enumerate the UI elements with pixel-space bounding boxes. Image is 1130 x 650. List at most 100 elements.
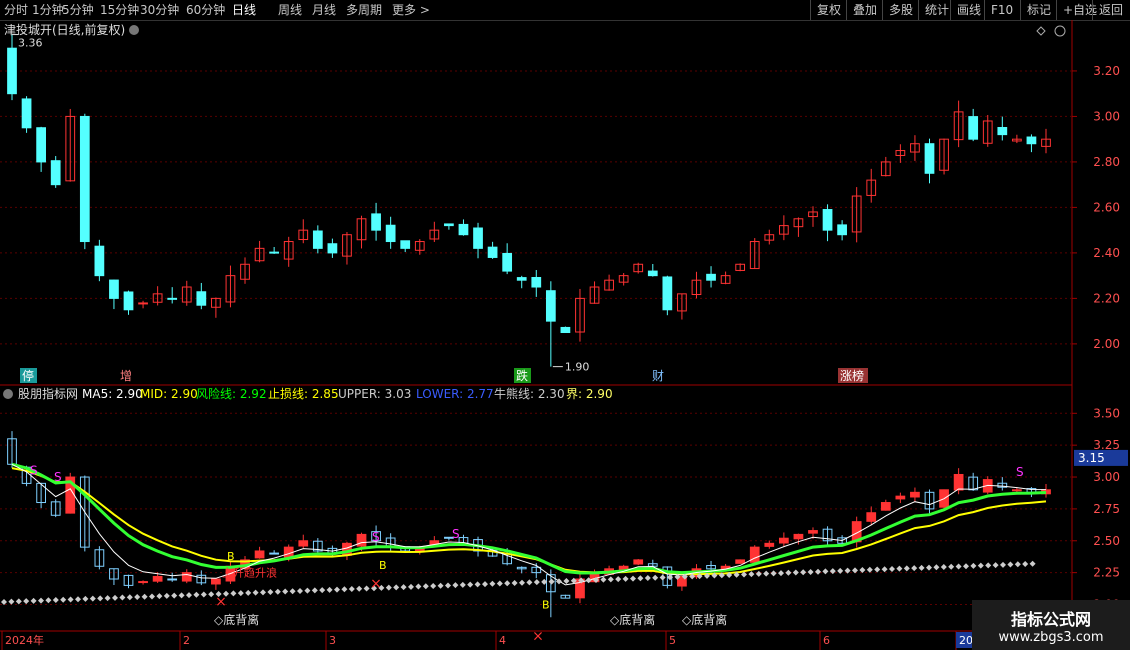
candle-body — [662, 276, 673, 311]
period-tab-6[interactable]: 日线 — [232, 2, 256, 18]
period-tab-5[interactable]: 60分钟 — [186, 2, 225, 18]
sell-signal-1: S — [54, 470, 62, 484]
diamond-icon — [1036, 26, 1046, 36]
toolbar-button-0[interactable]: 复权 — [810, 0, 847, 20]
bull-bear-dot — [112, 594, 118, 601]
bull-bear-dot — [178, 592, 185, 599]
bull-bear-dot — [393, 584, 400, 591]
bull-bear-dot — [319, 587, 326, 594]
settings-circle-icon — [1054, 25, 1066, 37]
bull-bear-dot — [82, 595, 89, 602]
bull-bear-dot — [866, 566, 873, 573]
candle-body — [109, 279, 119, 299]
period-toolbar: 分时 1分钟 5分钟 15分钟 30分钟 60分钟 日线 周线 月线 多周期 更多 > 复权 叠加 多股… — [0, 0, 1130, 21]
main-y-tick-label: 2.60 — [1093, 200, 1120, 214]
period-tab-3[interactable]: 15分钟 — [100, 2, 139, 18]
bull-bear-dot — [230, 590, 237, 597]
candle-body — [997, 127, 1008, 136]
candle-body — [138, 302, 148, 305]
period-tab-4[interactable]: 30分钟 — [140, 2, 179, 18]
candle-body — [487, 246, 498, 258]
current-price-label: 3.15 — [1078, 451, 1105, 465]
divergence-label-2: ◇底背离 — [682, 612, 727, 627]
candle-body — [79, 115, 90, 243]
ind-candle-body — [866, 512, 877, 522]
candle-body — [458, 223, 469, 236]
bull-bear-dot — [356, 585, 363, 592]
candle-body — [50, 160, 61, 186]
bull-bear-dot — [800, 569, 807, 576]
bull-bear-dot — [1007, 561, 1014, 568]
buy-signal-2: B — [542, 598, 550, 611]
bull-bear-dot — [807, 568, 814, 575]
main-y-tick-label: 3.20 — [1093, 64, 1120, 78]
toolbar-button-1[interactable]: 叠加 — [846, 0, 883, 20]
bull-bear-dot — [526, 579, 533, 586]
bull-bear-dot — [615, 576, 622, 583]
bull-bear-dot — [459, 581, 466, 588]
period-tab-0[interactable]: 分时 — [4, 2, 28, 18]
candle-body — [167, 297, 178, 300]
bull-bear-dot — [38, 597, 44, 604]
watermark-logo: 指标公式网 www.zbgs3.com — [972, 600, 1130, 650]
main-y-tick-label: 2.40 — [1093, 246, 1120, 260]
ind-candle-body — [283, 546, 294, 558]
candle-body — [837, 224, 847, 236]
bull-bear-dot — [533, 579, 540, 586]
bull-bear-dot — [607, 576, 614, 583]
bull-bear-dot — [348, 586, 355, 593]
bull-bear-dot — [245, 589, 252, 596]
green-risk-line — [11, 462, 1047, 575]
period-tab-8[interactable]: 月线 — [312, 2, 336, 18]
uptrend-label: 上升趋升浪 — [222, 565, 277, 579]
candle-body — [473, 227, 483, 249]
period-tab-7[interactable]: 周线 — [278, 2, 302, 18]
divergence-label-0: ◇底背离 — [214, 612, 259, 627]
candle-body — [531, 276, 542, 288]
period-tab-9[interactable]: 多周期 — [346, 2, 382, 18]
bull-bear-dot — [422, 583, 429, 590]
buy-signal-0: B — [227, 550, 235, 563]
bull-bear-dot — [489, 580, 496, 587]
bull-bear-dot — [815, 568, 821, 575]
bull-bear-dot — [482, 581, 488, 588]
ind-y-tick-label: 2.50 — [1093, 534, 1120, 548]
bull-bear-dot — [748, 571, 755, 578]
toolbar-button-8[interactable]: 返回 — [1092, 0, 1129, 20]
main-y-tick-label: 2.80 — [1093, 155, 1120, 169]
period-tab-2[interactable]: 5分钟 — [62, 2, 94, 18]
toolbar-button-6[interactable]: 标记 — [1020, 0, 1057, 20]
x-axis-label-5: 6 — [823, 634, 830, 647]
bull-bear-dot — [940, 564, 947, 571]
bull-bear-dot — [837, 567, 844, 574]
bull-bear-dot — [89, 595, 96, 602]
bull-bear-dot — [8, 598, 15, 605]
bull-bear-dot — [896, 565, 903, 572]
bull-bear-dot — [659, 574, 666, 581]
indicator-value-6: 牛熊线: 2.30 — [494, 386, 565, 401]
bull-bear-dot — [955, 563, 962, 570]
ind-y-tick-label: 2.25 — [1093, 566, 1120, 580]
bull-bear-dot — [30, 597, 37, 604]
bull-bear-dot — [385, 584, 392, 591]
bull-bear-dot — [652, 574, 659, 581]
ind-candle-body — [808, 530, 818, 534]
toolbar-button-2[interactable]: 多股 — [882, 0, 919, 20]
bull-bear-dot — [763, 570, 770, 577]
bull-bear-dot — [1022, 560, 1029, 567]
toolbar-button-4[interactable]: 画线 — [950, 0, 987, 20]
ind-candle-body — [1012, 489, 1022, 492]
bull-bear-dot — [829, 568, 836, 575]
period-tab-1[interactable]: 1分钟 — [32, 2, 64, 18]
candle-body — [196, 291, 207, 306]
indicator-dropdown-icon — [3, 389, 13, 399]
period-tab-10[interactable]: 更多 > — [392, 2, 430, 18]
toolbar-button-5[interactable]: F10 — [984, 0, 1019, 20]
bull-bear-dot — [519, 579, 525, 586]
x-axis-label-6: 20 — [959, 634, 973, 647]
watermark-title: 指标公式网 — [1010, 609, 1091, 629]
bull-bear-dot — [637, 575, 644, 582]
bull-bear-dot — [282, 588, 289, 595]
bull-bear-dot — [97, 595, 104, 602]
bull-bear-dot — [467, 581, 474, 588]
